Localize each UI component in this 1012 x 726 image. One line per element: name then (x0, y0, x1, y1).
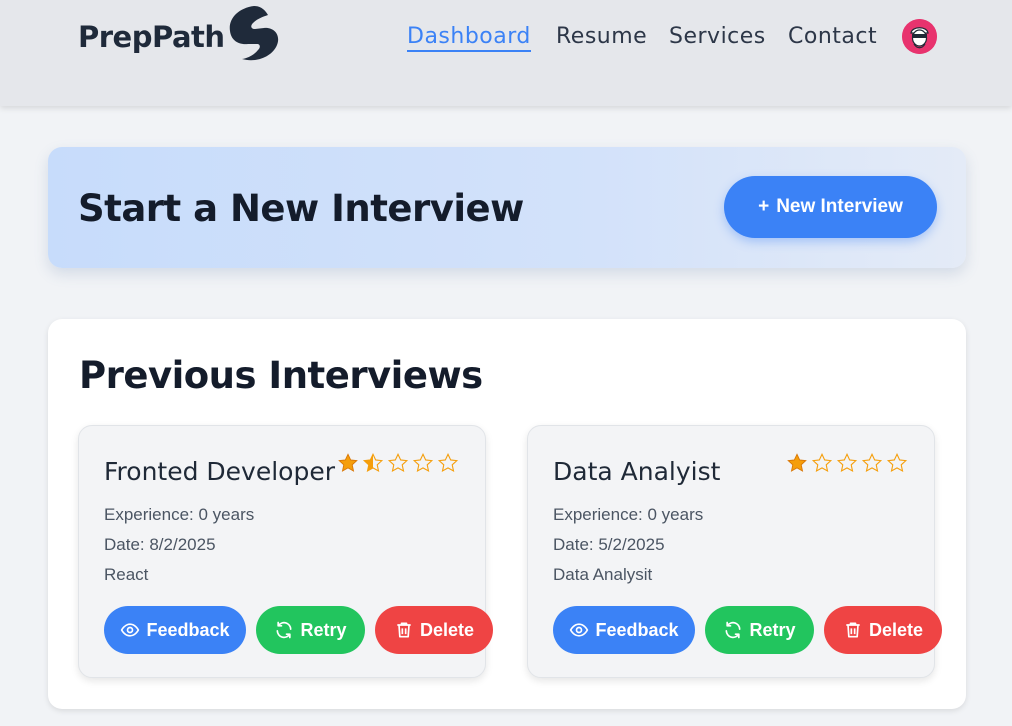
date-text: Date: 8/2/2025 (104, 535, 216, 554)
star-half-icon (362, 452, 384, 473)
user-avatar-icon[interactable] (902, 19, 937, 54)
brand-name[interactable]: PrepPath (78, 20, 225, 54)
date-text: Date: 5/2/2025 (553, 535, 665, 554)
retry-button[interactable]: Retry (705, 606, 814, 654)
trash-icon (397, 622, 411, 638)
nav-link-resume[interactable]: Resume (556, 24, 647, 49)
tech-text: React (104, 565, 149, 584)
previous-interviews-panel: Previous Interviews Fronted Developer Ex… (48, 319, 966, 709)
refresh-icon (276, 621, 292, 639)
delete-label: Delete (419, 619, 475, 640)
delete-button[interactable]: Delete (375, 606, 493, 654)
delete-button[interactable]: Delete (824, 606, 942, 654)
retry-label: Retry (300, 619, 347, 640)
feedback-label: Feedback (595, 619, 679, 640)
experience-text: Experience: 0 years (104, 505, 255, 524)
navbar: PrepPath Dashboard Resume Services Conta… (0, 0, 1012, 106)
star-empty-icon (861, 452, 883, 473)
trash-icon (846, 622, 860, 638)
feedback-label: Feedback (146, 619, 230, 640)
nav-link-contact[interactable]: Contact (788, 24, 877, 49)
eye-icon (121, 623, 140, 637)
star-filled-icon (338, 453, 358, 472)
star-empty-icon (836, 452, 858, 473)
nav-link-services[interactable]: Services (669, 24, 766, 49)
previous-interviews-title: Previous Interviews (79, 354, 483, 397)
retry-label: Retry (749, 619, 796, 640)
retry-button[interactable]: Retry (256, 606, 365, 654)
star-filled-icon (787, 453, 807, 472)
new-interview-banner: Start a New Interview + New Interview (48, 147, 966, 268)
tech-text: Data Analysit (553, 565, 653, 584)
hero-title: Start a New Interview (78, 187, 524, 230)
refresh-icon (725, 621, 741, 639)
interview-card: Data Analyist Experience: 0 years Date: … (527, 425, 942, 678)
new-interview-label: New Interview (776, 196, 903, 217)
interview-card: Fronted Developer Experience: 0 years Da… (78, 425, 493, 678)
experience-text: Experience: 0 years (553, 505, 704, 524)
rating-stars (337, 452, 459, 474)
feedback-button[interactable]: Feedback (553, 606, 695, 654)
eye-icon (570, 623, 589, 637)
feedback-button[interactable]: Feedback (104, 606, 246, 654)
nav-link-dashboard[interactable]: Dashboard (407, 24, 531, 52)
delete-label: Delete (868, 619, 924, 640)
star-empty-icon (437, 452, 459, 473)
star-empty-icon (412, 452, 434, 473)
interview-card-title: Data Analyist (553, 457, 721, 486)
interview-card-title: Fronted Developer (104, 457, 336, 486)
new-interview-button[interactable]: + New Interview (724, 176, 937, 238)
star-empty-icon (886, 452, 908, 473)
star-empty-icon (811, 452, 833, 473)
star-empty-icon (387, 452, 409, 473)
plus-icon: + (758, 196, 770, 217)
brand-logo-icon[interactable] (224, 3, 282, 63)
rating-stars (786, 452, 908, 474)
